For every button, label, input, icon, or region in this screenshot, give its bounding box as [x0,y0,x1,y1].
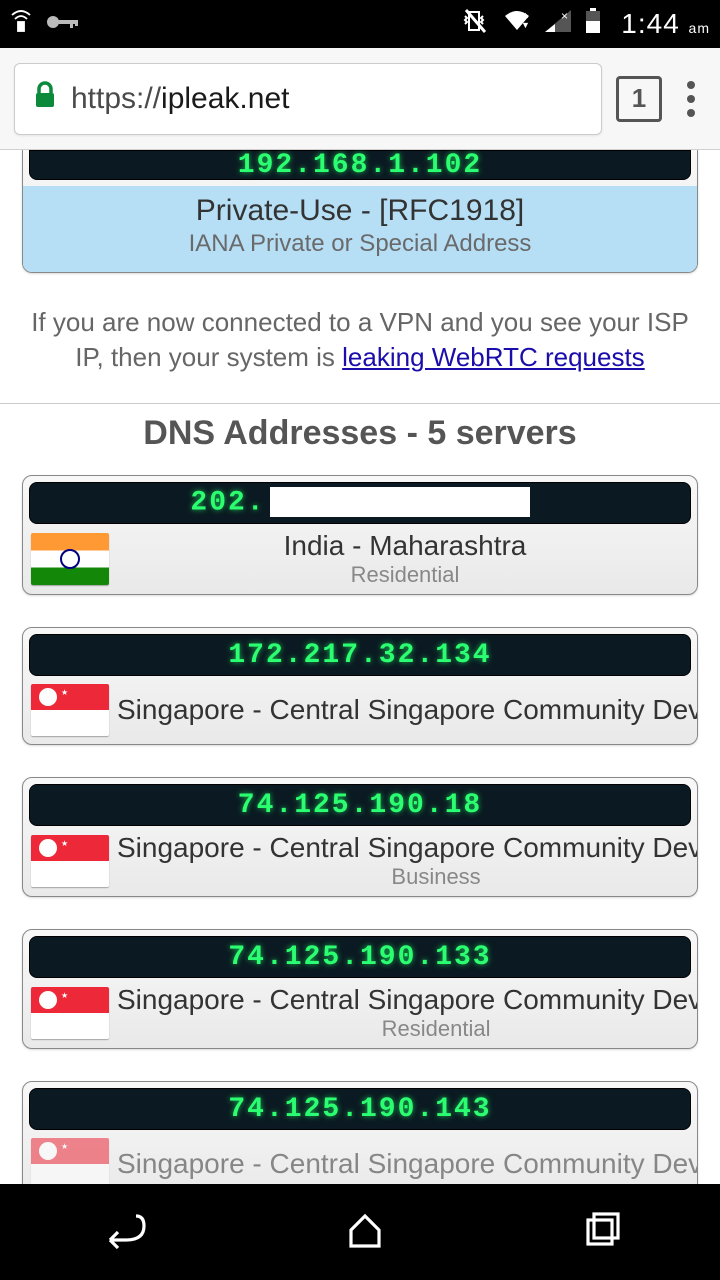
dns-card: 74.125.190.143 Singapore - Central Singa… [22,1081,698,1184]
browser-toolbar: https://ipleak.net 1 [0,48,720,150]
dns-card: 74.125.190.133 Singapore - Central Singa… [22,929,698,1049]
ip-display: 172.217.32.134 [29,634,691,676]
flag-singapore-icon [31,1138,109,1184]
ip-display: 202. [29,482,691,524]
private-ip-value: 192.168.1.102 [238,150,482,181]
page-content: 192.168.1.102 Private-Use - [RFC1918] IA… [0,150,720,1184]
ip-display: 192.168.1.102 [29,150,691,180]
svg-text:×: × [561,10,568,23]
svg-text:▼: ▼ [521,20,530,30]
dns-card: 202. India - Maharashtra Residential [22,475,698,595]
private-ip-card: 192.168.1.102 Private-Use - [RFC1918] IA… [22,150,698,273]
back-button[interactable] [96,1208,150,1257]
private-ip-label: Private-Use - [RFC1918] [33,194,687,228]
url-bar[interactable]: https://ipleak.net [14,63,602,135]
flag-singapore-icon [31,987,109,1039]
svg-text:▲: ▲ [521,10,530,20]
dns-ip-value: 74.125.190.133 [228,942,491,973]
vibrate-icon [463,8,489,41]
dns-type: Business [117,864,698,890]
status-clock: 1:44 am [621,8,710,40]
lock-icon [33,81,57,117]
home-button[interactable] [343,1208,387,1257]
battery-icon [585,8,601,41]
dns-location: Singapore - Central Singapore Community … [117,832,698,864]
flag-singapore-icon [31,835,109,887]
flag-singapore-icon [31,684,109,736]
key-icon [46,10,80,38]
section-divider [0,403,720,404]
dns-card: 74.125.190.18 Singapore - Central Singap… [22,777,698,897]
android-status-bar: ▲▼ × 1:44 am [0,0,720,48]
dns-type: Residential [117,562,693,588]
ip-display: 74.125.190.18 [29,784,691,826]
dns-ip-value: 202. [190,487,529,518]
dns-card: 172.217.32.134 Singapore - Central Singa… [22,627,698,745]
signal-icon: × [545,10,571,39]
dns-ip-value: 74.125.190.18 [238,790,482,821]
browser-menu-button[interactable] [676,81,706,117]
ip-mask [270,487,530,517]
url-text: https://ipleak.net [71,82,289,116]
ip-display: 74.125.190.143 [29,1088,691,1130]
dns-location: Singapore - Central Singapore Community … [117,694,698,726]
dns-ip-value: 172.217.32.134 [228,640,491,671]
android-nav-bar [0,1184,720,1280]
flag-india-icon [31,533,109,585]
dns-ip-value: 74.125.190.143 [228,1094,491,1125]
wifi-icon: ▲▼ [503,10,531,39]
dns-location: India - Maharashtra [117,530,693,562]
dns-heading: DNS Addresses - 5 servers [0,414,720,453]
dns-location: Singapore - Central Singapore Community … [117,1148,698,1180]
tabs-button[interactable]: 1 [616,76,662,122]
wifi-hotspot-icon [10,9,32,40]
dns-type: Residential [117,1016,698,1042]
recent-apps-button[interactable] [580,1208,624,1257]
ip-display: 74.125.190.133 [29,936,691,978]
vpn-warning-text: If you are now connected to a VPN and yo… [0,291,720,399]
webrtc-leak-link[interactable]: leaking WebRTC requests [342,342,645,372]
dns-location: Singapore - Central Singapore Community … [117,984,698,1016]
private-ip-sublabel: IANA Private or Special Address [33,230,687,258]
